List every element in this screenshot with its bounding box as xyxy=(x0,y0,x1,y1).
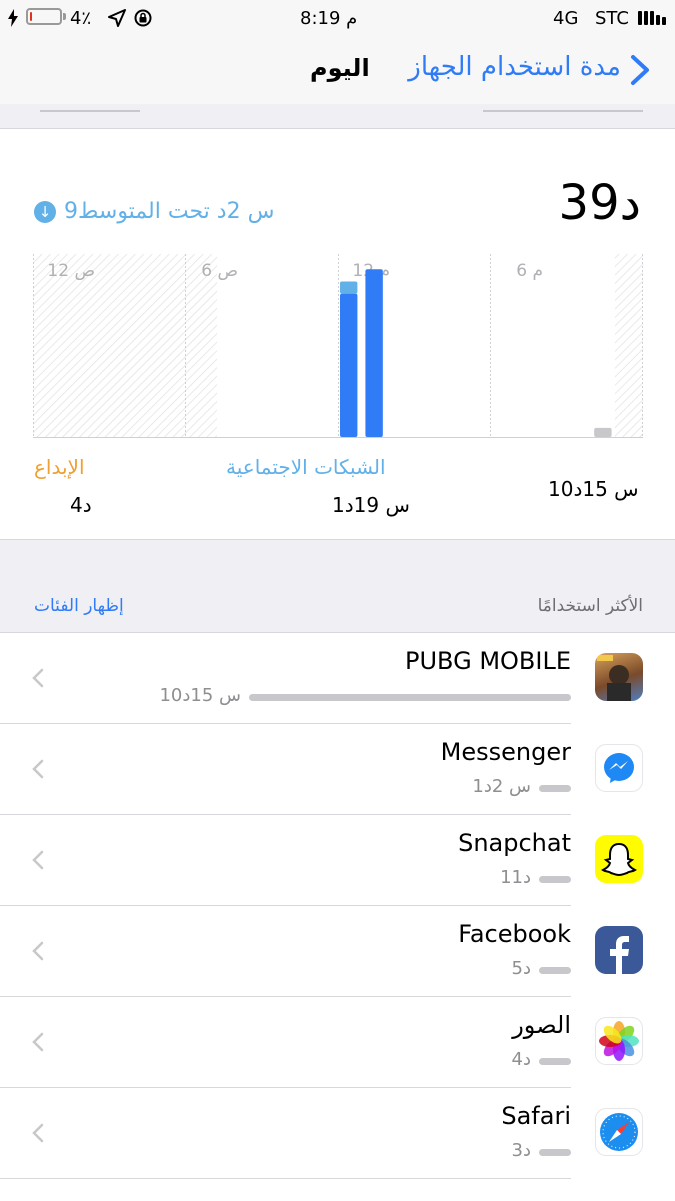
app-row-facebook[interactable]: Facebook 5د xyxy=(0,906,675,997)
app-row-safari[interactable]: Safari 3د xyxy=(0,1088,675,1179)
rotation-lock-icon xyxy=(134,9,152,27)
usage-bar xyxy=(539,785,571,792)
usage-time: 3د xyxy=(511,1140,531,1161)
most-used-label: الأكثر استخدامًا xyxy=(537,596,643,616)
usage-time: 11د xyxy=(500,867,531,888)
night-shade-left-2 xyxy=(185,254,217,437)
battery-level xyxy=(30,12,32,21)
app-name: الصور xyxy=(512,1011,571,1039)
category-time-social: 1س 19د xyxy=(332,493,410,517)
app-row-photos[interactable]: الصور 4د xyxy=(0,997,675,1088)
average-text: 9س 2د تحت المتوسط xyxy=(64,199,275,224)
app-row-snapchat[interactable]: Snapchat 11د xyxy=(0,815,675,906)
clock: 8:19 م xyxy=(300,8,358,29)
night-shade-right xyxy=(615,254,643,437)
navigation-bar: اليوم مدة استخدام الجهاز xyxy=(0,36,675,105)
x-tick-label: 6 ص xyxy=(201,261,238,281)
chevron-left-icon xyxy=(32,941,44,961)
pubg-icon xyxy=(595,653,643,701)
arrow-down-circle-icon: ↓ xyxy=(34,200,56,223)
chevron-left-icon xyxy=(32,1032,44,1052)
category-name-social: الشبكات الاجتماعية xyxy=(226,455,386,479)
app-row-messenger[interactable]: Messenger 1س 2د xyxy=(0,724,675,815)
network-type: 4G xyxy=(553,8,579,29)
category-name-creativity: الإبداع xyxy=(34,455,85,479)
battery-tip xyxy=(63,13,66,20)
usage-time: 4د xyxy=(511,1049,531,1070)
average-comparison[interactable]: ↓ 9س 2د تحت المتوسط xyxy=(34,199,274,224)
app-name: Safari xyxy=(501,1102,571,1130)
usage-time: 5د xyxy=(511,958,531,979)
battery-icon xyxy=(26,8,62,25)
usage-bar xyxy=(539,967,571,974)
chevron-left-icon xyxy=(32,850,44,870)
status-bar: 4٪ 8:19 م 4G STC xyxy=(0,0,675,36)
app-row-pubg[interactable]: PUBG MOBILE 10س 15د xyxy=(0,633,675,724)
chart-bar xyxy=(340,293,358,437)
category-time-other: 10س 15د xyxy=(548,477,639,501)
facebook-icon xyxy=(595,926,643,974)
chart-bar xyxy=(594,427,612,437)
chart-bar xyxy=(365,269,383,437)
carrier-name: STC xyxy=(595,8,629,29)
page-title: اليوم xyxy=(310,54,370,82)
chevron-right-icon[interactable] xyxy=(621,52,657,88)
usage-time: 10س 15د xyxy=(159,685,241,706)
messenger-icon xyxy=(595,744,643,792)
chevron-left-icon xyxy=(32,759,44,779)
battery-percent: 4٪ xyxy=(70,8,92,29)
most-used-header: إظهار الفئات الأكثر استخدامًا xyxy=(0,540,675,632)
usage-bar xyxy=(539,876,571,883)
usage-bar xyxy=(539,1149,571,1156)
app-name: PUBG MOBILE xyxy=(405,647,571,675)
chevron-left-icon xyxy=(32,1123,44,1143)
back-button[interactable]: مدة استخدام الجهاز xyxy=(408,52,621,82)
snapchat-icon xyxy=(595,835,643,883)
signal-icon xyxy=(638,11,666,25)
total-usage: 39د xyxy=(558,175,641,231)
photos-icon xyxy=(595,1017,643,1065)
usage-time: 1س 2د xyxy=(472,776,531,797)
category-time-creativity: 4د xyxy=(70,493,92,517)
app-name: Snapchat xyxy=(458,829,571,857)
app-name: Messenger xyxy=(440,738,571,766)
app-usage-list: PUBG MOBILE 10س 15د Messenger 1س 2د Snap… xyxy=(0,632,675,1201)
night-shade-left xyxy=(33,254,185,437)
x-tick-label: 12 ص xyxy=(47,261,95,281)
location-icon xyxy=(108,9,126,27)
charging-bolt-icon xyxy=(8,9,18,27)
scrolled-header-remnant xyxy=(0,104,675,129)
chart-bar xyxy=(340,281,358,294)
x-tick-label: 6 م xyxy=(516,261,543,281)
show-categories-button[interactable]: إظهار الفئات xyxy=(34,596,124,616)
app-name: Facebook xyxy=(458,920,571,948)
safari-icon xyxy=(595,1108,643,1156)
chevron-left-icon xyxy=(32,668,44,688)
usage-summary-card: 39د ↓ 9س 2د تحت المتوسط 12 ص6 ص 12 م6 م ا… xyxy=(0,129,675,540)
usage-bar xyxy=(539,1058,571,1065)
usage-bar xyxy=(249,694,571,701)
usage-chart: 12 ص6 ص 12 م6 م xyxy=(33,254,643,438)
